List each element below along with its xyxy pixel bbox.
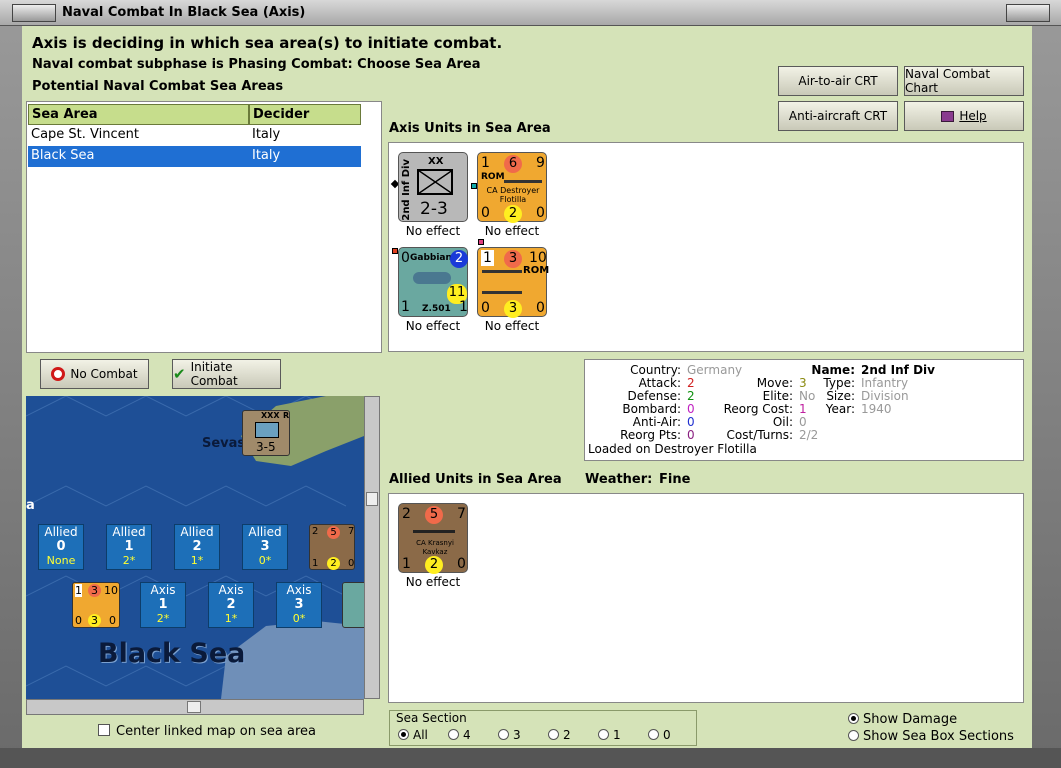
unit-counter-transport[interactable]: 1 3 10 ROM 0 3 0 [477,247,549,318]
sea-box-allied-2[interactable]: Allied 2 1* [174,524,220,570]
sea-section-option-0[interactable]: 0 [648,728,671,742]
book-icon [941,110,955,122]
map-horizontal-scrollbar[interactable] [26,699,364,715]
allied-units-label: Allied Units in Sea Area [389,472,562,487]
sea-section-option-2[interactable]: 2 [548,728,571,742]
allied-units-panel: 2 5 7 CA Krasnyi Kavkaz 1 2 0 No effect [388,493,1024,703]
scroll-thumb[interactable] [366,492,378,506]
ship-stack-icon [482,270,522,294]
checkmark-icon: ✔ [173,365,186,383]
map-view[interactable]: Sevas a XXX R 3-5 Allied 0 None Allied 1 2* … [26,396,364,699]
center-linked-checkbox[interactable]: Center linked map on sea area [98,724,316,739]
map-edge-label: a [26,498,35,513]
help-button[interactable]: Help [904,101,1024,131]
scroll-thumb[interactable] [187,701,201,713]
unit-counter-naval-air[interactable]: 0 Gabbiano 2 11 1 Z.501 1 [398,247,468,317]
system-menu-button[interactable] [12,4,56,22]
unit-info-panel: Country: Germany Attack: 2 Defense: 2 Bo… [584,359,1024,461]
cruiser-icon [413,528,455,533]
sea-section-option-3[interactable]: 3 [498,728,521,742]
sea-box-axis-2[interactable]: Axis 2 1* [208,582,254,628]
initiate-combat-button[interactable]: ✔ Initiate Combat [172,359,281,389]
sea-section-option-4[interactable]: 4 [448,728,471,742]
show-damage-option[interactable]: Show Damage [848,712,957,727]
subphase-text: Naval combat subphase is Phasing Combat:… [32,57,481,72]
weather-label: Weather: [585,472,653,487]
window-control-button[interactable] [1006,4,1050,22]
sea-section-option-all[interactable]: All [398,728,428,742]
map-counter-axis-ship[interactable]: 1 3 10 0 3 0 [72,582,120,628]
axis-units-panel: 2nd Inf Div XX 2-3 No effect 1 6 9 ROM C… [388,142,1024,352]
city-label: Sevas [202,436,246,451]
prohibited-icon [51,367,66,381]
anti-aircraft-crt-button[interactable]: Anti-aircraft CRT [778,101,898,131]
taskbar [0,748,1061,768]
window-title: Naval Combat In Black Sea (Axis) [62,5,306,20]
sea-areas-title: Potential Naval Combat Sea Areas [32,79,284,94]
show-sea-box-option[interactable]: Show Sea Box Sections [848,729,1014,744]
sea-box-allied-0[interactable]: Allied 0 None [38,524,84,570]
weather-value: Fine [659,472,691,487]
map-vertical-scrollbar[interactable] [364,396,380,699]
sea-box-axis-3[interactable]: Axis 3 0* [276,582,322,628]
mechanized-symbol-icon [255,422,279,438]
sea-area-table: Sea Area Decider Cape St. Vincent Italy … [26,101,382,353]
infantry-symbol-icon [417,169,453,195]
ship-icon [504,177,542,183]
unit-counter-destroyer-flotilla[interactable]: 1 6 9 ROM CA Destroyer Flotilla 0 2 0 [477,152,547,223]
column-header-sea-area[interactable]: Sea Area [28,104,249,125]
selection-marker [478,239,484,245]
sea-box-allied-1[interactable]: Allied 1 2* [106,524,152,570]
unit-counter-infantry[interactable]: 2nd Inf Div XX 2-3 [398,152,468,222]
table-row[interactable]: Cape St. Vincent Italy [28,125,361,146]
unit-counter-krasnyi-kavkaz[interactable]: 2 5 7 CA Krasnyi Kavkaz 1 2 0 [398,503,468,574]
map-counter-soviet-ship[interactable]: 2 5 7 1 2 0 [309,524,355,570]
sea-section-group: Sea Section All 4 3 2 1 0 [389,710,697,746]
sea-box-allied-3[interactable]: Allied 3 0* [242,524,288,570]
title-bar: Naval Combat In Black Sea (Axis) [0,0,1061,26]
seaplane-icon [413,272,451,284]
checkbox-box[interactable] [98,724,110,736]
map-counter-land-unit[interactable]: XXX R 3-5 [242,410,290,456]
sea-area-name: Black Sea [98,638,246,669]
air-to-air-crt-button[interactable]: Air-to-air CRT [778,66,898,96]
map-counter-naval-air[interactable] [342,582,364,628]
sea-section-option-1[interactable]: 1 [598,728,621,742]
status-heading: Axis is deciding in which sea area(s) to… [32,34,503,52]
no-combat-button[interactable]: No Combat [40,359,149,389]
table-row-selected[interactable]: Black Sea Italy [28,146,361,167]
naval-combat-chart-button[interactable]: Naval Combat Chart [904,66,1024,96]
axis-units-label: Axis Units in Sea Area [389,121,551,136]
column-header-decider[interactable]: Decider [249,104,361,125]
sea-box-axis-1[interactable]: Axis 1 2* [140,582,186,628]
